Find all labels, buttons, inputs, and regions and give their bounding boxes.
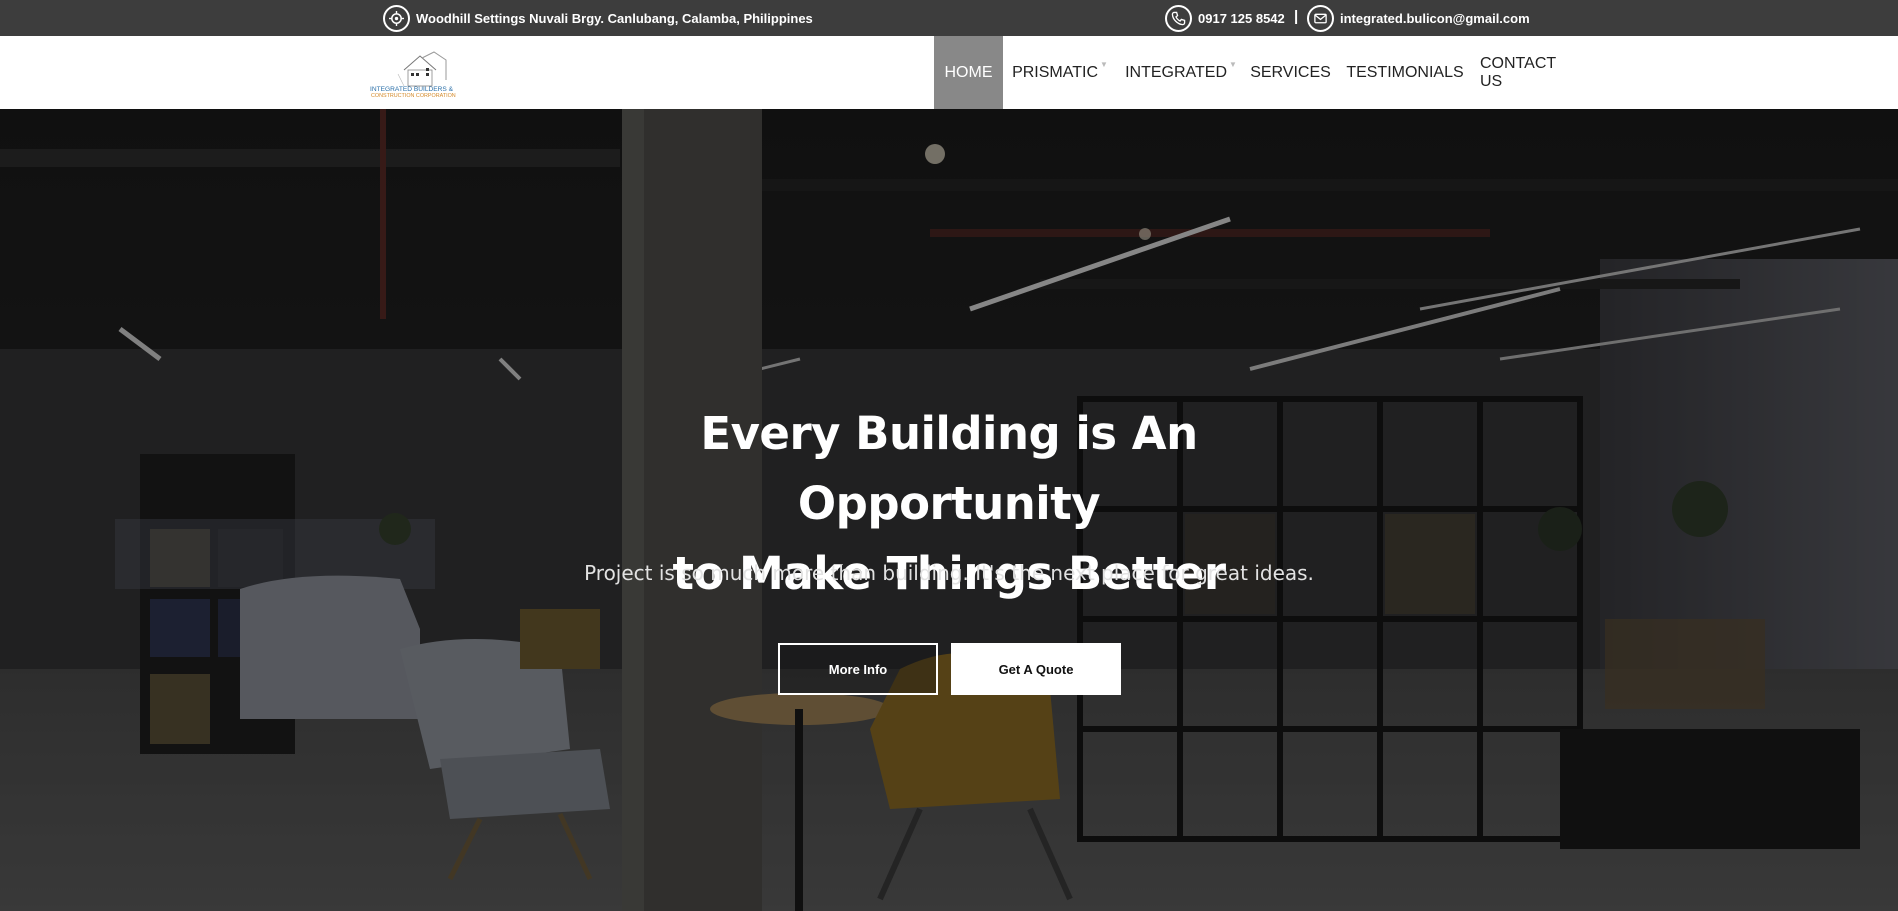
chevron-down-icon: ▼ bbox=[1100, 60, 1108, 69]
company-logo[interactable]: INTEGRATED BUILDERS & CONSTRUCTION CORPO… bbox=[370, 46, 462, 100]
nav-contact-us[interactable]: CONTACT US bbox=[1480, 36, 1580, 109]
main-navbar: INTEGRATED BUILDERS & CONSTRUCTION CORPO… bbox=[0, 36, 1898, 109]
email-text[interactable]: integrated.bulicon@gmail.com bbox=[1340, 11, 1530, 26]
nav-services-label: SERVICES bbox=[1250, 63, 1331, 81]
hero-subtitle: Project is so much more than building. I… bbox=[584, 561, 1314, 585]
hero-section: Every Building is An Opportunity to Make… bbox=[0, 109, 1898, 911]
location-target-icon bbox=[383, 4, 410, 32]
nav-integrated[interactable]: INTEGRATED ▼ bbox=[1125, 36, 1237, 109]
address-text: Woodhill Settings Nuvali Brgy. Canlubang… bbox=[416, 10, 813, 26]
email-item[interactable]: integrated.bulicon@gmail.com bbox=[1307, 0, 1530, 36]
topbar-separator: | bbox=[1294, 8, 1299, 25]
nav-testimonials[interactable]: TESTIMONIALS bbox=[1346, 36, 1464, 109]
nav-home[interactable]: HOME bbox=[934, 36, 1003, 109]
nav-prismatic[interactable]: PRISMATIC ▼ bbox=[1011, 36, 1109, 109]
nav-services[interactable]: SERVICES bbox=[1250, 36, 1331, 109]
logo-text-line2: CONSTRUCTION CORPORATION bbox=[371, 93, 456, 99]
nav-contact-us-label: CONTACT US bbox=[1480, 54, 1556, 90]
logo-text-line1: INTEGRATED BUILDERS & bbox=[370, 86, 454, 93]
envelope-icon bbox=[1307, 4, 1334, 32]
chevron-down-icon: ▼ bbox=[1229, 60, 1237, 69]
nav-testimonials-label: TESTIMONIALS bbox=[1346, 63, 1464, 81]
get-a-quote-button[interactable]: Get A Quote bbox=[951, 643, 1121, 695]
phone-icon bbox=[1165, 4, 1192, 32]
phone-text[interactable]: 0917 125 8542 bbox=[1198, 11, 1285, 26]
nav-prismatic-label: PRISMATIC bbox=[1012, 63, 1098, 81]
hero-title-line1: Every Building is An Opportunity bbox=[700, 407, 1198, 530]
nav-integrated-label: INTEGRATED bbox=[1125, 63, 1227, 81]
address-item: Woodhill Settings Nuvali Brgy. Canlubang… bbox=[383, 0, 813, 36]
phone-item[interactable]: 0917 125 8542 bbox=[1165, 0, 1285, 36]
nav-home-label: HOME bbox=[944, 63, 993, 81]
top-info-bar: Woodhill Settings Nuvali Brgy. Canlubang… bbox=[0, 0, 1898, 36]
more-info-button[interactable]: More Info bbox=[778, 643, 938, 695]
